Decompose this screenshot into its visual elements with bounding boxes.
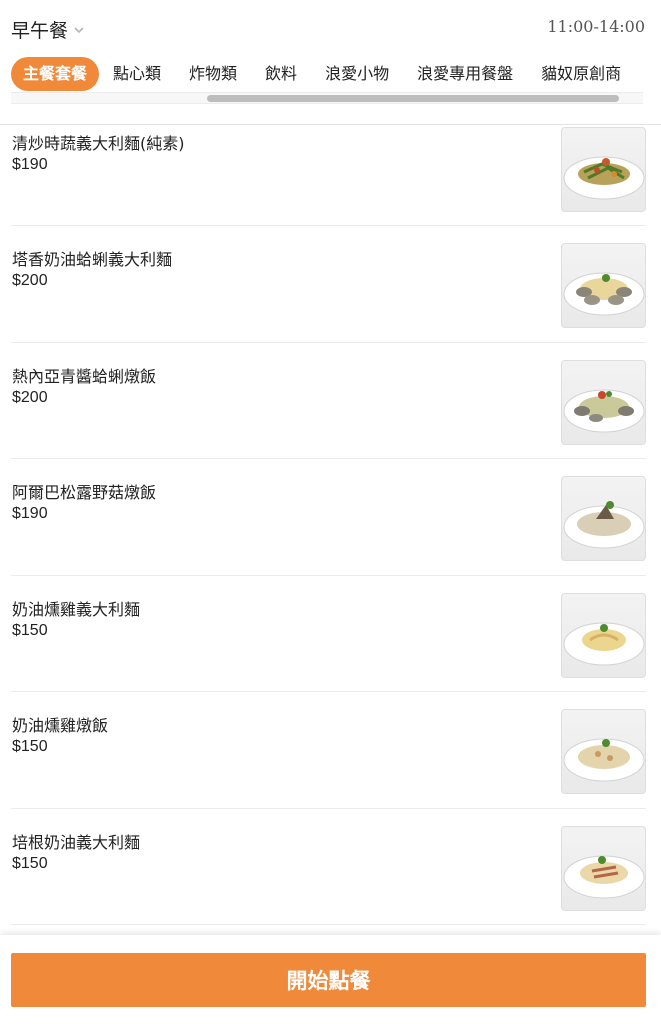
item-name: 阿爾巴松露野菇燉飯 xyxy=(12,483,157,502)
chevron-down-icon xyxy=(74,26,84,33)
item-price: $200 xyxy=(12,388,48,406)
bottom-bar: 開始點餐 xyxy=(0,935,661,1024)
item-price: $150 xyxy=(12,738,48,755)
item-photo xyxy=(561,359,646,445)
list-item[interactable]: 培根奶油義大利麵 $150 xyxy=(11,809,646,925)
item-photo xyxy=(561,825,646,911)
list-item[interactable]: 清炒時蔬義大利麵(純素) $190 xyxy=(11,125,646,226)
item-name: 熱內亞青醬蛤蜊燉飯 xyxy=(12,366,157,386)
menu-list: 清炒時蔬義大利麵(純素) $190 塔香奶油蛤蜊義大利麵 $200 熱內亞青醬蛤… xyxy=(0,125,661,935)
list-item[interactable]: 塔香奶油蛤蜊義大利麵 $200 xyxy=(11,226,646,343)
start-order-button[interactable]: 開始點餐 xyxy=(11,953,646,1007)
item-name: 奶油燻雞燉飯 xyxy=(12,716,109,735)
service-hours: 11:00-14:00 xyxy=(547,17,645,36)
meal-period-label: 早午餐 xyxy=(11,20,69,42)
tab-fried[interactable]: 炸物類 xyxy=(175,57,251,91)
category-tabs: 主餐套餐 點心類 炸物類 飲料 浪愛小物 浪愛專用餐盤 貓奴原創商 xyxy=(11,57,661,91)
item-price: $200 xyxy=(12,272,48,289)
item-photo xyxy=(561,592,646,678)
tabs-scrollbar-thumb[interactable] xyxy=(207,95,619,102)
item-name: 奶油燻雞義大利麵 xyxy=(12,599,141,619)
tabs-scrollbar[interactable] xyxy=(11,92,643,104)
list-item[interactable]: 奶油燻雞燉飯 $150 xyxy=(11,692,646,809)
tab-snacks[interactable]: 點心類 xyxy=(99,57,175,91)
item-name: 塔香奶油蛤蜊義大利麵 xyxy=(12,250,173,269)
menu-list-content: 清炒時蔬義大利麵(純素) $190 塔香奶油蛤蜊義大利麵 $200 熱內亞青醬蛤… xyxy=(0,125,661,925)
list-item[interactable]: 奶油燻雞義大利麵 $150 xyxy=(11,576,646,692)
tab-plates[interactable]: 浪愛專用餐盤 xyxy=(403,57,527,91)
item-photo xyxy=(561,126,646,212)
item-photo xyxy=(561,476,646,561)
item-price: $150 xyxy=(12,621,48,639)
list-item[interactable]: 阿爾巴松露野菇燉飯 $190 xyxy=(11,459,646,576)
top-bar: 早午餐 11:00-14:00 主餐套餐 點心類 炸物類 飲料 浪愛小物 浪愛專… xyxy=(0,0,661,125)
item-photo xyxy=(561,243,646,328)
item-price: $150 xyxy=(12,854,48,872)
list-item[interactable]: 熱內亞青醬蛤蜊燉飯 $200 xyxy=(11,343,646,459)
meal-period-selector[interactable]: 早午餐 xyxy=(11,16,84,43)
item-price: $190 xyxy=(12,155,48,173)
item-name: 清炒時蔬義大利麵(純素) xyxy=(12,133,185,153)
item-name: 培根奶油義大利麵 xyxy=(12,832,141,852)
app-root: 早午餐 11:00-14:00 主餐套餐 點心類 炸物類 飲料 浪愛小物 浪愛專… xyxy=(0,0,661,1024)
tab-drinks[interactable]: 飲料 xyxy=(251,57,311,91)
tab-original-goods[interactable]: 貓奴原創商 xyxy=(527,57,635,91)
tab-main-set[interactable]: 主餐套餐 xyxy=(11,57,100,91)
item-photo xyxy=(561,709,646,794)
item-price: $190 xyxy=(12,505,48,522)
tab-small-goods[interactable]: 浪愛小物 xyxy=(311,57,403,91)
